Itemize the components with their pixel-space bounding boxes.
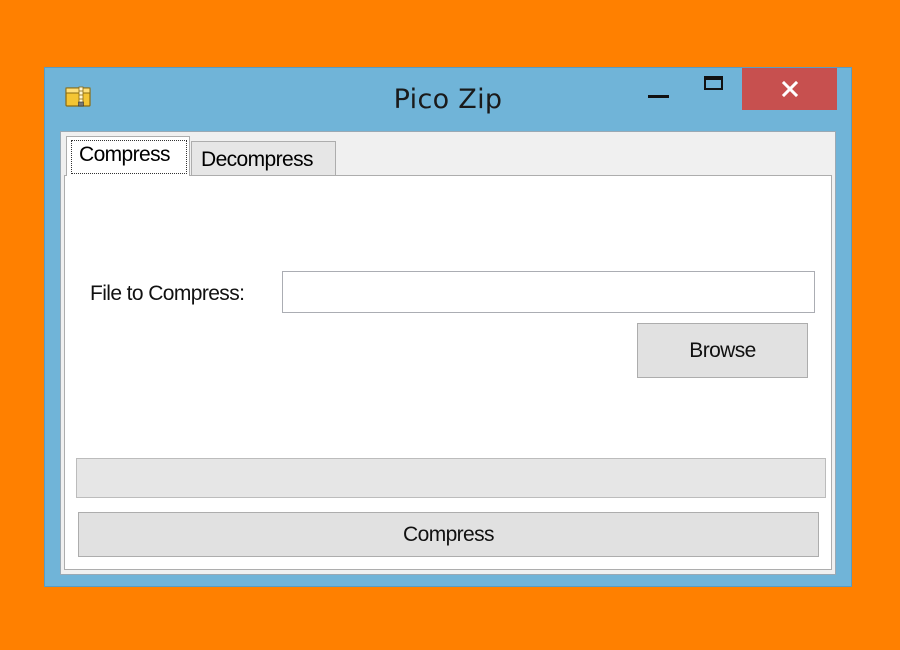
browse-button[interactable]: Browse [637,323,808,378]
tab-decompress[interactable]: Decompress [191,141,336,176]
close-button[interactable] [742,68,837,110]
file-to-compress-input[interactable] [282,271,815,313]
compress-button[interactable]: Compress [78,512,819,557]
close-icon [781,80,798,98]
minimize-icon [647,94,669,98]
maximize-icon [703,76,723,90]
compress-tab-page: File to Compress: Browse Compress [64,175,832,570]
app-window: Pico Zip Compress Decompress File to Com… [44,67,852,587]
compress-progress-bar [76,458,826,498]
maximize-button[interactable] [693,68,733,108]
tab-compress-label: Compress [71,140,187,174]
file-to-compress-label: File to Compress: [90,282,245,305]
tab-compress[interactable]: Compress [66,136,190,176]
minimize-button[interactable] [638,68,678,108]
window-client-area: Compress Decompress File to Compress: Br… [60,131,836,575]
